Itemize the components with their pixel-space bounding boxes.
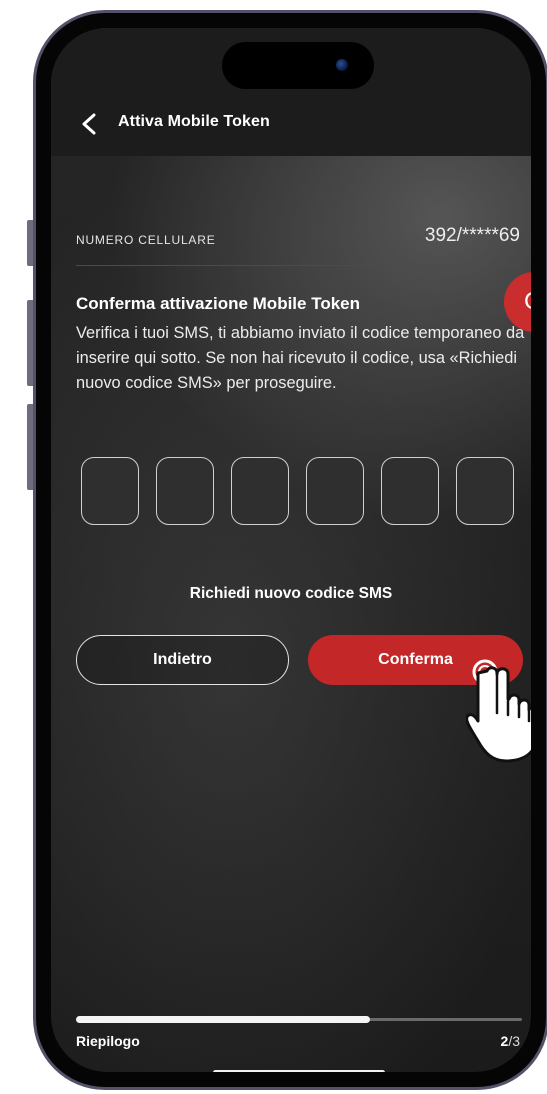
resend-sms-link[interactable]: Richiedi nuovo codice SMS bbox=[51, 585, 531, 603]
phone-number-value: 392/*****69 bbox=[424, 225, 520, 246]
step-counter: 2/3 bbox=[501, 1033, 520, 1049]
progress-track bbox=[76, 1016, 522, 1023]
back-button[interactable]: Indietro bbox=[76, 635, 289, 685]
chevron-left-icon[interactable] bbox=[79, 112, 99, 136]
phone-screen: Attiva Mobile Token NUMERO CELLULARE 392… bbox=[51, 28, 531, 1072]
code-digit-2[interactable] bbox=[156, 457, 214, 525]
code-digit-1[interactable] bbox=[81, 457, 139, 525]
code-digit-4[interactable] bbox=[306, 457, 364, 525]
confirm-instructions: Verifica i tuoi SMS, ti abbiamo inviato … bbox=[76, 324, 525, 392]
confirm-title: Conferma attivazione Mobile Token bbox=[76, 294, 361, 313]
progress-fill bbox=[76, 1016, 371, 1023]
page-title: Attiva Mobile Token bbox=[118, 113, 270, 130]
code-digit-6[interactable] bbox=[456, 457, 514, 525]
hand-pointer-icon bbox=[466, 659, 531, 763]
dynamic-island bbox=[222, 42, 374, 89]
phone-bezel: Attiva Mobile Token NUMERO CELLULARE 392… bbox=[36, 13, 546, 1087]
step-total: /3 bbox=[508, 1033, 520, 1049]
code-digit-3[interactable] bbox=[231, 457, 289, 525]
confirm-button-label: Conferma bbox=[378, 651, 453, 668]
back-button-label: Indietro bbox=[153, 651, 212, 668]
phone-number-label: NUMERO CELLULARE bbox=[76, 233, 216, 247]
home-indicator[interactable] bbox=[213, 1070, 385, 1072]
divider bbox=[76, 265, 522, 266]
phone-frame: Attiva Mobile Token NUMERO CELLULARE 392… bbox=[33, 10, 547, 1090]
step-label: Riepilogo bbox=[76, 1033, 140, 1049]
top-bar: Attiva Mobile Token bbox=[51, 28, 531, 156]
code-digit-5[interactable] bbox=[381, 457, 439, 525]
camera-icon bbox=[336, 59, 348, 71]
